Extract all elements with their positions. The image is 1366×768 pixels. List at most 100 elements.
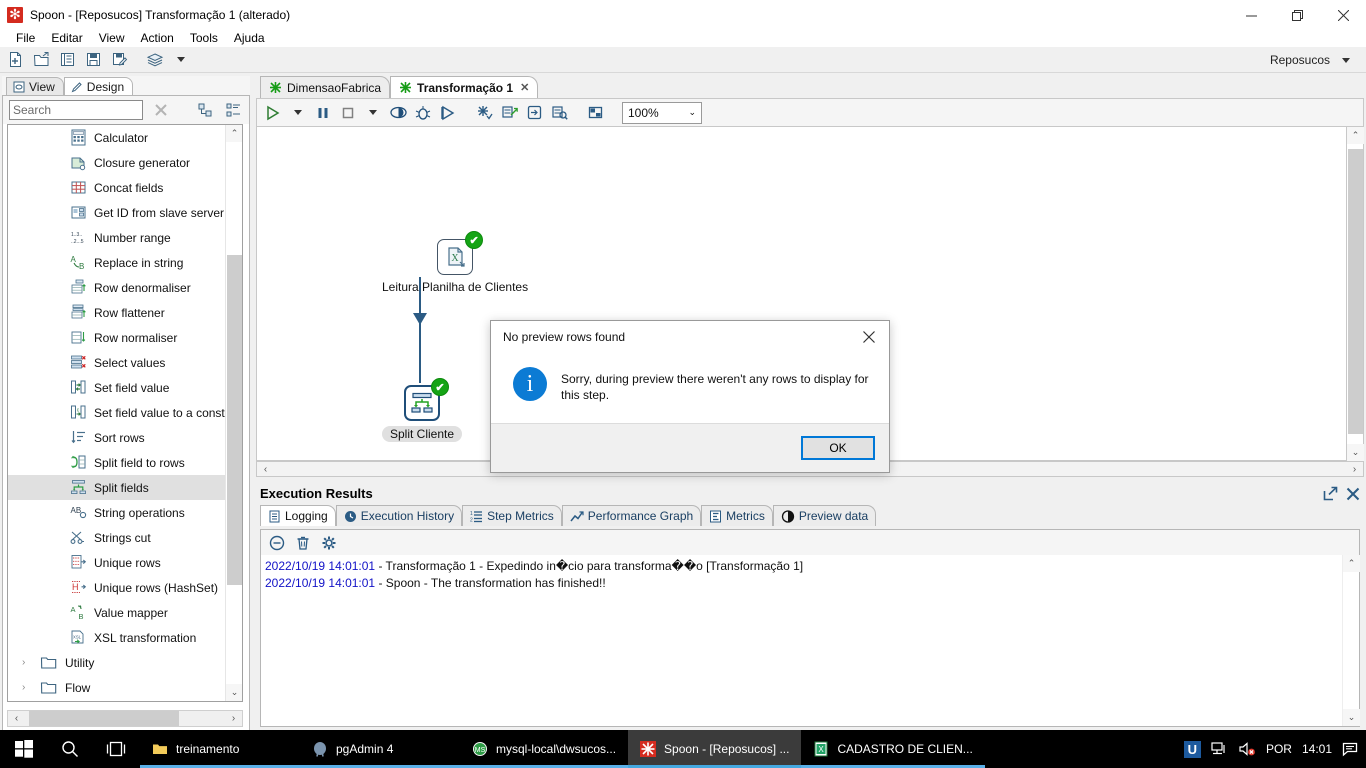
tree-item-row-normaliser[interactable]: Row normaliser [8,325,227,350]
tab-close-icon[interactable]: ✕ [520,81,529,94]
tree-item-split-field-to-rows[interactable]: Split field to rows [8,450,227,475]
tree-item-set-field-value-to-a-consta[interactable]: c Set field value to a consta [8,400,227,425]
volume-muted-icon[interactable] [1238,741,1256,757]
save-as-icon[interactable] [108,49,130,71]
close-button[interactable] [1320,0,1366,30]
tab-execution-history[interactable]: Execution History [335,505,463,526]
replay-icon[interactable] [436,101,460,125]
tree-item-concat-fields[interactable]: Concat fields [8,175,227,200]
step-split-cliente[interactable]: ✔ Split Cliente [382,378,463,442]
clear-log-icon[interactable] [293,533,313,553]
collapse-all-icon[interactable] [195,100,215,120]
explore-icon[interactable] [56,49,78,71]
tab-transformacao-1[interactable]: Transformação 1 ✕ [390,76,539,98]
taskbar-search-icon[interactable] [48,730,92,768]
verify-icon[interactable] [472,101,496,125]
taskbar-app-spoon[interactable]: Spoon - [Reposucos] ... [628,730,802,768]
impact-icon[interactable] [497,101,521,125]
tree-item-sort-rows[interactable]: Sort rows [8,425,227,450]
taskbar-app-mysql-local[interactable]: MS mysql-local\dwsucos... [460,730,629,768]
run-options-dropdown-icon[interactable] [286,101,310,125]
tree-vertical-scrollbar[interactable]: ⌃ ⌄ [225,125,242,701]
canvas-scroll-down-icon[interactable]: ⌄ [1347,444,1364,461]
menu-tools[interactable]: Tools [182,30,226,47]
maximize-button[interactable] [1274,0,1320,30]
tree-horizontal-scrollbar[interactable]: ‹ › [7,710,243,727]
menu-file[interactable]: File [8,30,43,47]
tree-item-closure-generator[interactable]: Closure generator [8,150,227,175]
tree-item-set-field-value[interactable]: Set field value [8,375,227,400]
task-view-icon[interactable] [92,730,140,768]
menu-ajuda[interactable]: Ajuda [226,30,273,47]
run-icon[interactable] [261,101,285,125]
tree-scrollbar-thumb[interactable] [227,255,242,585]
tree-item-string-operations[interactable]: AB String operations [8,500,227,525]
log-output[interactable]: 2022/10/19 14:01:01 - Transformação 1 - … [261,555,1344,726]
dialog-ok-button[interactable]: OK [801,436,875,460]
scroll-left-arrow-icon[interactable]: ‹ [8,711,25,726]
canvas-scroll-left-icon[interactable]: ‹ [257,462,274,477]
canvas-vertical-scrollbar[interactable]: ⌃ ⌄ [1347,126,1364,461]
toolbar-dropdown-arrow-icon[interactable] [170,49,192,71]
layers-icon[interactable] [144,49,166,71]
tab-dimensaofabrica[interactable]: DimensaoFabrica [260,76,391,98]
language-indicator[interactable]: POR [1266,742,1292,756]
tree-item-row-denormaliser[interactable]: Row denormaliser [8,275,227,300]
clear-search-icon[interactable] [151,100,171,120]
dialog-close-button[interactable] [849,321,889,353]
notification-icon[interactable] [1342,741,1358,757]
scroll-right-arrow-icon[interactable]: › [225,711,242,726]
hscroll-track[interactable] [25,711,225,726]
canvas-vscroll-thumb[interactable] [1348,149,1363,434]
tree-item-split-fields[interactable]: Split fields [8,475,227,500]
expand-all-icon[interactable] [223,100,243,120]
pause-icon[interactable] [311,101,335,125]
sql-icon[interactable] [522,101,546,125]
excel-input-icon[interactable]: X ✔ [437,231,484,275]
tab-step-metrics[interactable]: 12 Step Metrics [462,505,562,526]
network-icon[interactable] [1211,741,1228,757]
scroll-up-arrow-icon[interactable]: ⌃ [226,125,242,142]
clock[interactable]: 14:01 [1302,742,1332,756]
tree-item-select-values[interactable]: Select values [8,350,227,375]
tree-folder-flow[interactable]: › Flow [8,675,227,700]
log-settings-icon[interactable] [319,533,339,553]
tab-performance-graph[interactable]: Performance Graph [561,505,702,526]
tree-item-get-id-from-slave-server[interactable]: Get ID from slave server [8,200,227,225]
scroll-down-arrow-icon[interactable]: ⌄ [226,684,242,701]
u-badge-icon[interactable]: U [1183,740,1201,758]
explore-database-icon[interactable] [547,101,571,125]
tree-item-calculator[interactable]: Calculator [8,125,227,150]
tree-folder-utility[interactable]: › Utility [8,650,227,675]
hscroll-thumb[interactable] [29,711,179,726]
step-leitura-planilha-de-clientes[interactable]: X ✔ Leitura Planilha de Clientes [382,231,528,294]
taskbar-app-treinamento[interactable]: treinamento [140,730,300,768]
taskbar-app-cadastro-de-clientes[interactable]: X CADASTRO DE CLIEN... [801,730,985,768]
windows-start-icon[interactable] [0,730,48,768]
collapse-icon[interactable] [267,533,287,553]
tab-logging[interactable]: Logging [260,505,336,526]
tree-item-replace-in-string[interactable]: A B Replace in string [8,250,227,275]
tab-design[interactable]: Design [63,77,134,96]
save-icon[interactable] [82,49,104,71]
expand-arrow-icon[interactable]: › [22,657,32,668]
canvas-scroll-right-icon[interactable]: › [1346,462,1363,477]
repository-selector[interactable]: Reposucos [1262,47,1358,73]
menu-editar[interactable]: Editar [43,30,90,47]
menu-action[interactable]: Action [133,30,182,47]
tree-item-strings-cut[interactable]: Strings cut [8,525,227,550]
log-scroll-up-icon[interactable]: ⌃ [1343,555,1360,572]
show-grid-icon[interactable] [583,101,607,125]
tree-item-number-range[interactable]: 1..3.. ..2...5 Number range [8,225,227,250]
stop-options-dropdown-icon[interactable] [361,101,385,125]
close-icon[interactable] [1346,487,1360,504]
log-vertical-scrollbar[interactable]: ⌃ ⌄ [1342,555,1360,726]
log-scroll-down-icon[interactable]: ⌄ [1343,709,1360,726]
tree-item-row-flattener[interactable]: Row flattener [8,300,227,325]
split-fields-icon[interactable]: ✔ [404,378,450,421]
expand-arrow-icon[interactable]: › [22,682,32,693]
preview-icon[interactable] [386,101,410,125]
minimize-button[interactable] [1228,0,1274,30]
open-icon[interactable] [30,49,52,71]
maximize-icon[interactable] [1323,486,1338,504]
